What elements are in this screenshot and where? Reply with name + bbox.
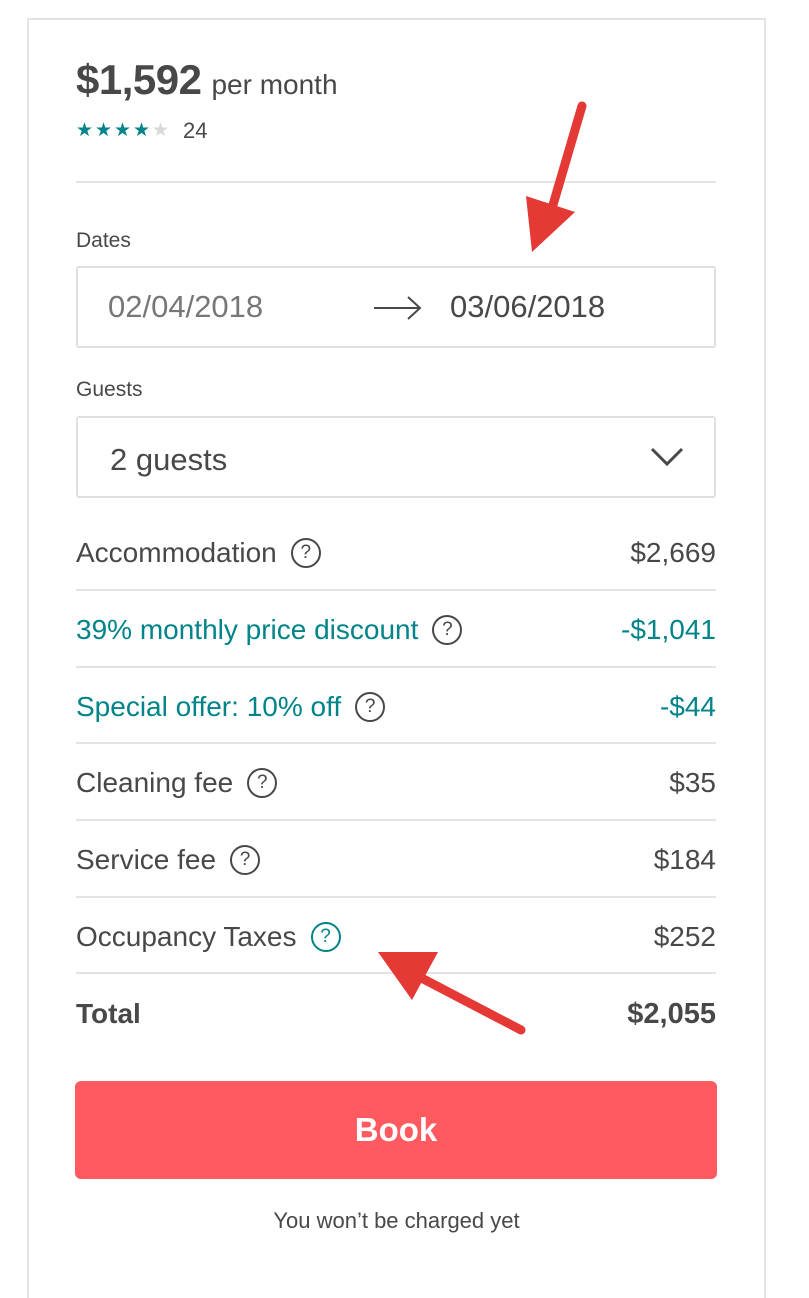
line-item-label: Service fee: [76, 844, 217, 875]
star-icon: ★: [76, 120, 94, 141]
divider: [76, 181, 716, 183]
line-item-label: Accommodation: [76, 537, 277, 568]
line-item-occupancy-taxes: Occupancy Taxes ? $252: [76, 899, 716, 975]
divider: [76, 589, 716, 591]
total-value: $2,055: [627, 997, 716, 1030]
line-item-cleaning-fee: Cleaning fee ? $35: [76, 745, 716, 821]
question-circle-icon[interactable]: ?: [290, 538, 321, 568]
book-button[interactable]: Book: [75, 1081, 717, 1179]
line-item-value: $2,669: [630, 537, 716, 568]
divider: [76, 819, 716, 821]
line-item-special-offer: Special offer: 10% off ? -$44: [76, 669, 716, 745]
line-item-label: Special offer: 10% off: [76, 691, 342, 722]
line-item-value: $184: [653, 844, 716, 875]
total-row: Total $2,055: [76, 976, 716, 1052]
divider: [76, 896, 716, 898]
divider: [76, 666, 716, 668]
line-item-monthly-discount: 39% monthly price discount ? -$1,041: [76, 592, 716, 668]
star-icon: ★: [133, 120, 151, 141]
guests-value: 2 guests: [110, 442, 228, 477]
chevron-down-icon: [650, 447, 684, 467]
line-item-service-fee: Service fee ? $184: [76, 822, 716, 898]
price-header: $1,592 per month: [76, 56, 338, 104]
dates-field[interactable]: 02/04/2018 03/06/2018: [76, 266, 716, 348]
line-item-value: -$44: [659, 691, 716, 722]
line-item-label: 39% monthly price discount: [76, 614, 419, 645]
price-amount: $1,592: [76, 56, 202, 103]
divider: [76, 742, 716, 744]
question-circle-icon[interactable]: ?: [355, 692, 386, 722]
question-circle-icon[interactable]: ?: [230, 845, 261, 875]
star-rating: ★ ★ ★ ★ ★: [76, 121, 171, 141]
line-item-value: $252: [653, 921, 716, 952]
guests-select[interactable]: 2 guests: [76, 416, 716, 498]
star-empty-icon: ★: [152, 120, 170, 141]
arrow-right-icon: [374, 296, 422, 320]
rating[interactable]: ★ ★ ★ ★ ★ 24: [76, 118, 207, 144]
review-count[interactable]: 24: [183, 118, 207, 144]
question-circle-icon[interactable]: ?: [247, 768, 278, 798]
line-item-label: Cleaning fee: [76, 767, 234, 798]
star-icon: ★: [114, 120, 132, 141]
charge-note: You won’t be charged yet: [273, 1208, 520, 1233]
check-out-date[interactable]: 03/06/2018: [450, 289, 605, 325]
question-circle-icon[interactable]: ?: [432, 615, 463, 645]
line-item-accommodation: Accommodation ? $2,669: [76, 515, 716, 591]
line-item-label: Occupancy Taxes: [76, 921, 297, 952]
guests-label: Guests: [76, 378, 143, 401]
question-circle-icon[interactable]: ?: [310, 922, 341, 952]
line-item-value: -$1,041: [621, 614, 716, 645]
line-item-value: $35: [669, 767, 716, 798]
total-label: Total: [76, 998, 141, 1029]
check-in-date[interactable]: 02/04/2018: [108, 289, 263, 325]
star-icon: ★: [95, 120, 113, 141]
dates-label: Dates: [76, 229, 131, 252]
divider: [76, 972, 716, 974]
price-unit: per month: [211, 69, 338, 100]
